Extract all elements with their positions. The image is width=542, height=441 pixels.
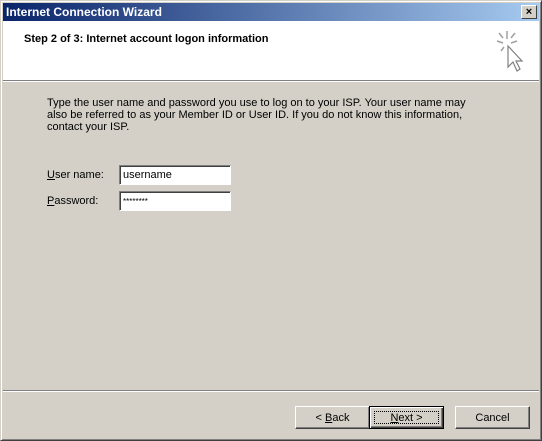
username-label-accel: U xyxy=(47,169,55,181)
username-label: User name: xyxy=(47,169,104,181)
close-button[interactable]: × xyxy=(521,5,537,19)
wizard-header: Step 2 of 3: Internet account logon info… xyxy=(3,21,539,80)
cancel-button[interactable]: Cancel xyxy=(455,406,530,429)
wizard-window: Internet Connection Wizard × Step 2 of 3… xyxy=(0,0,542,441)
password-label-rest: assword: xyxy=(54,195,99,207)
wizard-sparkle-cursor-icon xyxy=(496,31,524,72)
back-button-rest: ack xyxy=(332,411,350,424)
title-bar[interactable]: Internet Connection Wizard × xyxy=(3,3,539,21)
header-separator xyxy=(3,80,539,82)
footer-separator xyxy=(3,390,539,392)
step-title: Step 2 of 3: Internet account logon info… xyxy=(24,33,269,45)
username-field[interactable]: username xyxy=(119,165,231,185)
back-button[interactable]: < Back xyxy=(295,406,370,429)
username-label-rest: ser name: xyxy=(54,169,104,181)
back-button-accel: B xyxy=(325,411,333,424)
window-title: Internet Connection Wizard xyxy=(6,5,162,19)
next-focus-ring xyxy=(370,407,443,428)
password-field[interactable]: ******** xyxy=(119,191,231,211)
back-button-prefix: < xyxy=(315,411,325,424)
close-icon: × xyxy=(525,6,533,18)
password-label: Password: xyxy=(47,195,98,207)
instructions-text: Type the user name and password you use … xyxy=(47,97,466,133)
next-button[interactable]: Next > xyxy=(369,406,444,429)
